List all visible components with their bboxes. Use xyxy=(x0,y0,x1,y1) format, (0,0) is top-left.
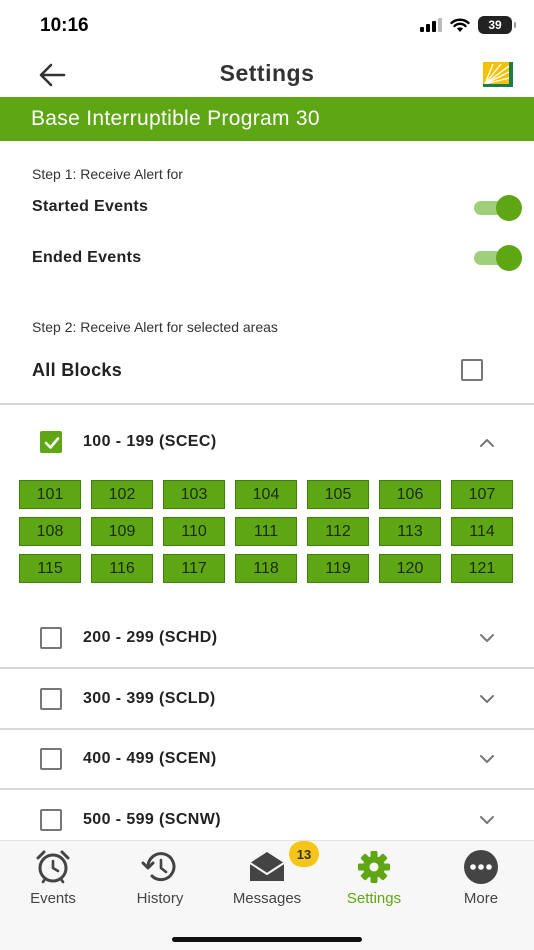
all-blocks-label: All Blocks xyxy=(32,360,123,380)
status-bar: 10:16 39 xyxy=(0,0,534,52)
block-cell-121[interactable]: 121 xyxy=(451,554,513,583)
history-icon xyxy=(141,852,176,882)
block-cell-115[interactable]: 115 xyxy=(19,554,81,583)
tab-label: Events xyxy=(30,890,76,907)
block-cell-112[interactable]: 112 xyxy=(307,517,369,546)
tab-label: More xyxy=(463,890,499,907)
envelope-icon xyxy=(249,852,285,881)
block-cell-116[interactable]: 116 xyxy=(91,554,153,583)
divider xyxy=(0,403,534,405)
group-label-scen: 400 - 499 (SCEN) xyxy=(83,750,217,767)
block-cell-110[interactable]: 110 xyxy=(163,517,225,546)
blocks-grid: 101 102 103 104 105 106 107 108 109 110 111 112 113 1… xyxy=(19,480,515,583)
group-checkbox-scld[interactable] xyxy=(40,688,62,710)
block-cell-108[interactable]: 108 xyxy=(19,517,81,546)
block-cell-114[interactable]: 114 xyxy=(451,517,513,546)
group-label-schd: 200 - 299 (SCHD) xyxy=(83,629,218,646)
divider xyxy=(0,788,534,790)
divider xyxy=(0,728,534,730)
group-label-scnw: 500 - 599 (SCNW) xyxy=(83,811,221,828)
tab-settings[interactable]: Settings xyxy=(324,849,424,909)
block-cell-119[interactable]: 119 xyxy=(307,554,369,583)
more-dots-icon xyxy=(464,850,498,884)
block-cell-113[interactable]: 113 xyxy=(379,517,441,546)
ended-events-label: Ended Events xyxy=(32,249,142,266)
alarm-clock-icon xyxy=(36,850,70,884)
battery-level: 39 xyxy=(488,18,502,32)
gear-icon xyxy=(358,851,390,883)
status-icons: 39 xyxy=(420,16,516,34)
block-cell-101[interactable]: 101 xyxy=(19,480,81,509)
all-blocks-checkbox[interactable] xyxy=(461,359,483,381)
checkmark-icon xyxy=(44,437,60,449)
chevron-down-icon[interactable] xyxy=(478,814,496,826)
status-time: 10:16 xyxy=(40,15,89,36)
chevron-down-icon[interactable] xyxy=(478,693,496,705)
wifi-icon xyxy=(450,18,470,32)
tab-label: History xyxy=(136,890,184,907)
block-cell-102[interactable]: 102 xyxy=(91,480,153,509)
tab-bar: Events History Messages Settings More xyxy=(0,840,534,950)
block-cell-105[interactable]: 105 xyxy=(307,480,369,509)
group-checkbox-scnw[interactable] xyxy=(40,809,62,831)
tab-more[interactable]: More xyxy=(431,849,531,909)
toggle-knob xyxy=(496,245,522,271)
block-cell-109[interactable]: 109 xyxy=(91,517,153,546)
program-title: Base Interruptible Program 30 xyxy=(31,107,320,130)
tab-label: Settings xyxy=(346,890,402,907)
back-arrow-icon[interactable] xyxy=(36,60,68,90)
chevron-down-icon[interactable] xyxy=(478,753,496,765)
tab-events[interactable]: Events xyxy=(3,849,103,909)
step1-label: Step 1: Receive Alert for xyxy=(32,166,183,182)
block-cell-104[interactable]: 104 xyxy=(235,480,297,509)
block-cell-106[interactable]: 106 xyxy=(379,480,441,509)
company-logo xyxy=(481,60,514,88)
block-cell-117[interactable]: 117 xyxy=(163,554,225,583)
messages-badge: 13 xyxy=(289,841,319,867)
block-cell-111[interactable]: 111 xyxy=(235,517,297,546)
started-events-toggle[interactable] xyxy=(474,195,522,221)
page-title: Settings xyxy=(219,60,315,86)
battery-icon: 39 xyxy=(478,16,516,34)
tab-label: Messages xyxy=(232,890,302,907)
program-banner: Base Interruptible Program 30 xyxy=(0,97,534,141)
ended-events-toggle[interactable] xyxy=(474,245,522,271)
chevron-down-icon[interactable] xyxy=(478,632,496,644)
nav-bar: Settings xyxy=(0,52,534,98)
group-checkbox-scec[interactable] xyxy=(40,431,62,453)
chevron-up-icon[interactable] xyxy=(478,436,496,448)
group-label-scld: 300 - 399 (SCLD) xyxy=(83,690,216,707)
started-events-label: Started Events xyxy=(32,198,149,215)
block-cell-120[interactable]: 120 xyxy=(379,554,441,583)
home-indicator xyxy=(172,937,362,942)
toggle-knob xyxy=(496,195,522,221)
block-cell-118[interactable]: 118 xyxy=(235,554,297,583)
cellular-signal-icon xyxy=(420,18,442,32)
step2-label: Step 2: Receive Alert for selected areas xyxy=(32,319,278,335)
group-checkbox-schd[interactable] xyxy=(40,627,62,649)
block-cell-107[interactable]: 107 xyxy=(451,480,513,509)
group-checkbox-scen[interactable] xyxy=(40,748,62,770)
group-label-scec: 100 - 199 (SCEC) xyxy=(83,433,217,450)
tab-history[interactable]: History xyxy=(110,849,210,909)
block-cell-103[interactable]: 103 xyxy=(163,480,225,509)
divider xyxy=(0,667,534,669)
